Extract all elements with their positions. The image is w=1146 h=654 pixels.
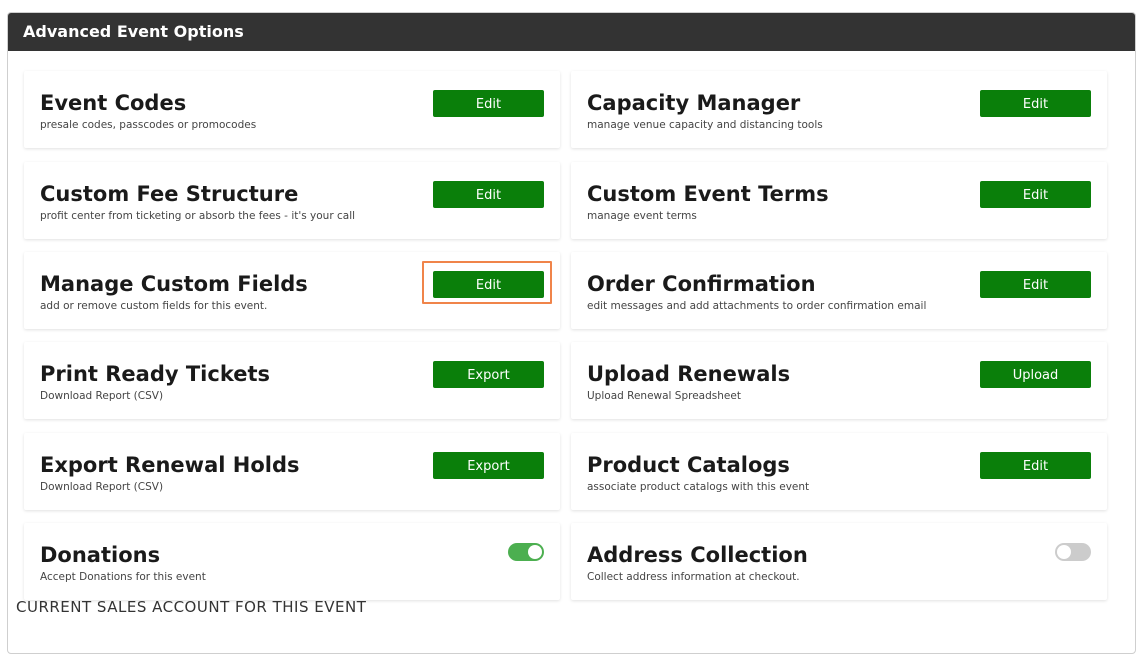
order-confirmation-edit-button[interactable]: Edit [980, 271, 1091, 298]
card-title: Product Catalogs [587, 453, 790, 477]
card-upload-renewals: Upload Renewals Upload Renewal Spreadshe… [571, 342, 1107, 419]
toggle-knob [528, 545, 542, 559]
upload-renewals-upload-button[interactable]: Upload [980, 361, 1091, 388]
panel-title: Advanced Event Options [8, 13, 1135, 51]
sales-account-heading: CURRENT SALES ACCOUNT FOR THIS EVENT [16, 598, 367, 616]
card-title: Capacity Manager [587, 91, 801, 115]
card-subtitle: Download Report (CSV) [40, 390, 164, 402]
card-title: Event Codes [40, 91, 187, 115]
card-title: Address Collection [587, 543, 808, 567]
card-product-catalogs: Product Catalogs associate product catal… [571, 433, 1107, 510]
print-ready-tickets-export-button[interactable]: Export [433, 361, 544, 388]
custom-event-terms-edit-button[interactable]: Edit [980, 181, 1091, 208]
address-collection-toggle[interactable] [1055, 543, 1091, 561]
card-subtitle: manage venue capacity and distancing too… [587, 119, 823, 131]
capacity-manager-edit-button[interactable]: Edit [980, 90, 1091, 117]
card-subtitle: Collect address information at checkout. [587, 571, 800, 583]
card-subtitle: edit messages and add attachments to ord… [587, 300, 927, 312]
export-renewal-holds-export-button[interactable]: Export [433, 452, 544, 479]
card-title: Custom Fee Structure [40, 182, 299, 206]
card-manage-custom-fields: Manage Custom Fields add or remove custo… [24, 252, 560, 329]
card-subtitle: manage event terms [587, 210, 697, 222]
card-title: Donations [40, 543, 161, 567]
card-subtitle: Upload Renewal Spreadsheet [587, 390, 741, 402]
card-title: Order Confirmation [587, 272, 816, 296]
event-codes-edit-button[interactable]: Edit [433, 90, 544, 117]
card-title: Print Ready Tickets [40, 362, 271, 386]
card-title: Manage Custom Fields [40, 272, 308, 296]
card-order-confirmation: Order Confirmation edit messages and add… [571, 252, 1107, 329]
card-subtitle: Download Report (CSV) [40, 481, 164, 493]
manage-custom-fields-edit-button[interactable]: Edit [433, 271, 544, 298]
card-event-codes: Event Codes presale codes, passcodes or … [24, 71, 560, 148]
card-capacity-manager: Capacity Manager manage venue capacity a… [571, 71, 1107, 148]
card-title: Export Renewal Holds [40, 453, 300, 477]
donations-toggle[interactable] [508, 543, 544, 561]
card-custom-event-terms: Custom Event Terms manage event terms Ed… [571, 162, 1107, 239]
card-subtitle: Accept Donations for this event [40, 571, 206, 583]
card-title: Custom Event Terms [587, 182, 829, 206]
card-custom-fee-structure: Custom Fee Structure profit center from … [24, 162, 560, 239]
custom-fee-structure-edit-button[interactable]: Edit [433, 181, 544, 208]
card-export-renewal-holds: Export Renewal Holds Download Report (CS… [24, 433, 560, 510]
card-subtitle: associate product catalogs with this eve… [587, 481, 810, 493]
card-subtitle: profit center from ticketing or absorb t… [40, 210, 356, 222]
card-donations: Donations Accept Donations for this even… [24, 523, 560, 600]
card-print-ready-tickets: Print Ready Tickets Download Report (CSV… [24, 342, 560, 419]
product-catalogs-edit-button[interactable]: Edit [980, 452, 1091, 479]
card-title: Upload Renewals [587, 362, 791, 386]
toggle-knob [1057, 545, 1071, 559]
card-subtitle: presale codes, passcodes or promocodes [40, 119, 257, 131]
card-subtitle: add or remove custom fields for this eve… [40, 300, 268, 312]
card-address-collection: Address Collection Collect address infor… [571, 523, 1107, 600]
